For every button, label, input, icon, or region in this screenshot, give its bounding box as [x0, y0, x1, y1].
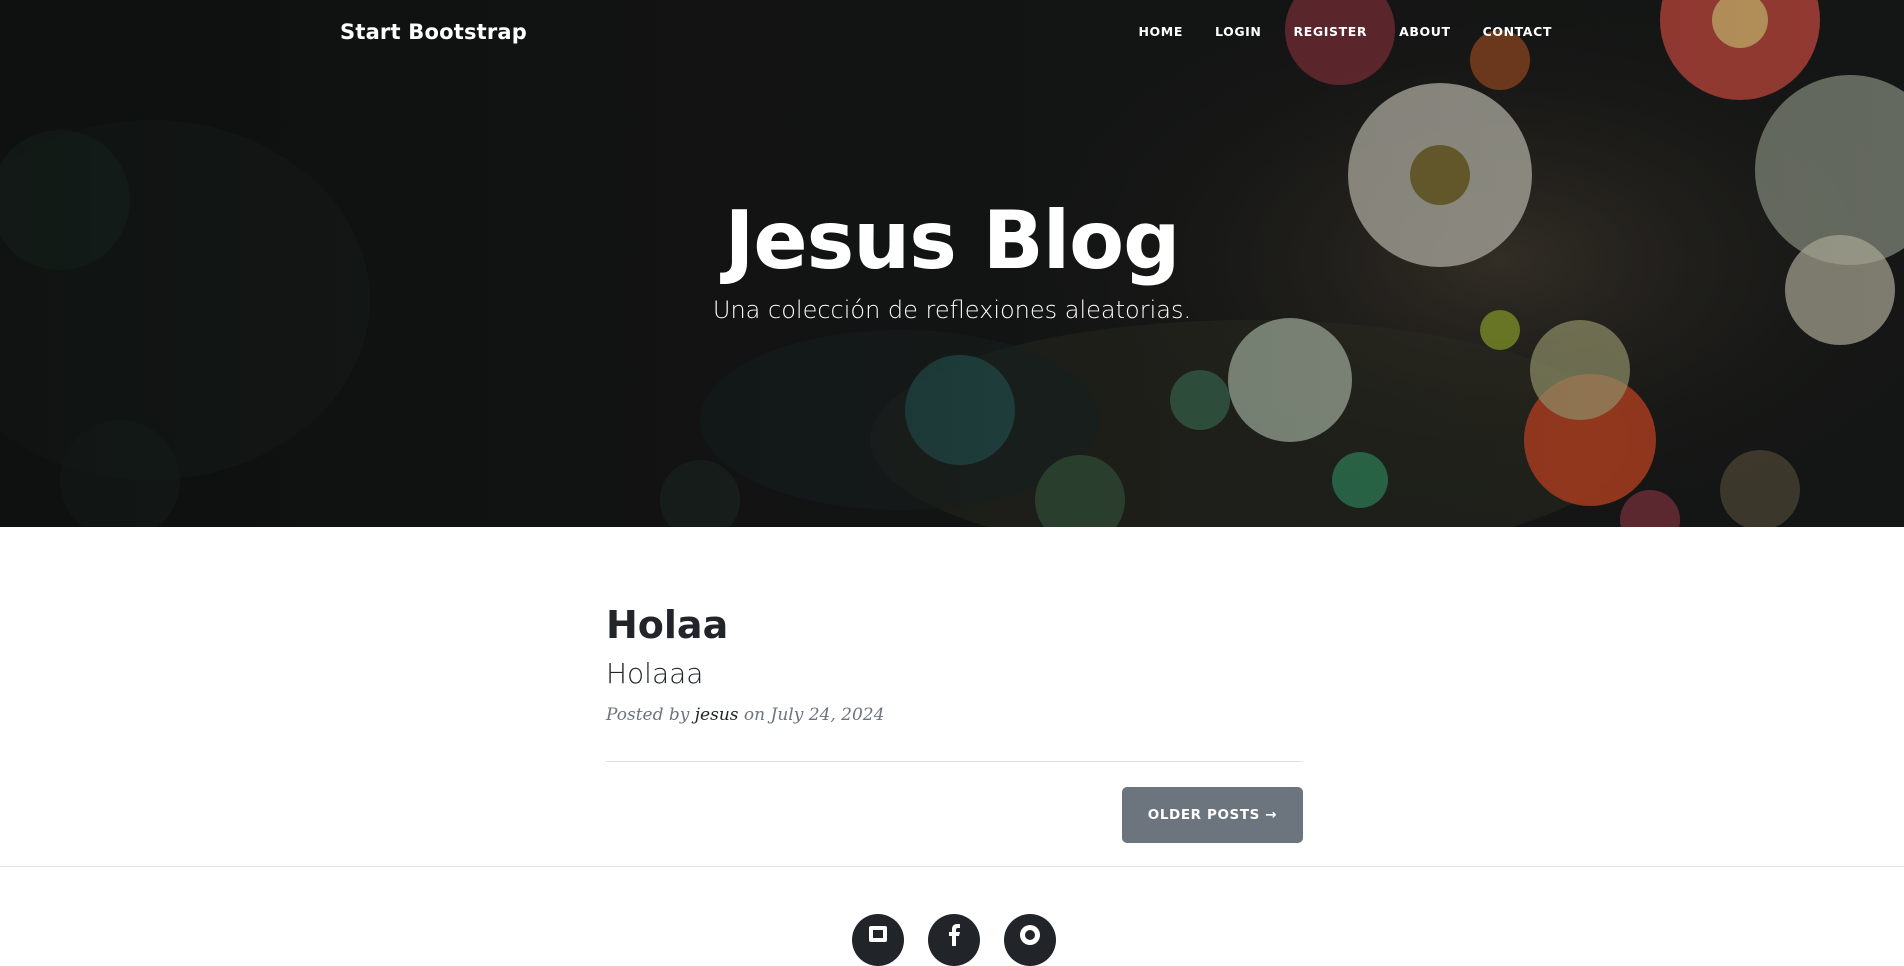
github-glyph [1020, 925, 1040, 945]
post-meta: Posted by jesus on July 24, 2024 [606, 705, 884, 725]
nav-link-register[interactable]: REGISTER [1294, 24, 1368, 39]
post-divider [606, 761, 1303, 762]
facebook-icon[interactable] [928, 914, 980, 966]
older-posts-button[interactable]: OLDER POSTS → [1122, 787, 1303, 843]
github-icon[interactable] [1004, 914, 1056, 966]
twitter-icon[interactable] [852, 914, 904, 966]
site-subheading: Una colección de reflexiones aleatorias. [712, 296, 1192, 324]
masthead: Start Bootstrap HOME LOGIN REGISTER ABOU… [0, 0, 1904, 527]
post-meta-prefix: Posted by [606, 705, 690, 725]
nav-link-contact[interactable]: CONTACT [1483, 24, 1552, 39]
nav-links: HOME LOGIN REGISTER ABOUT CONTACT [1107, 24, 1553, 39]
twitter-glyph [869, 926, 887, 942]
post-author-link[interactable]: jesus [695, 705, 739, 725]
nav-link-login[interactable]: LOGIN [1215, 24, 1262, 39]
post-meta-date: on July 24, 2024 [743, 705, 885, 725]
main-navbar: Start Bootstrap HOME LOGIN REGISTER ABOU… [0, 0, 1904, 68]
site-heading: Jesus Blog [724, 194, 1181, 287]
footer-divider [0, 866, 1904, 867]
facebook-glyph [949, 924, 960, 946]
nav-link-about[interactable]: ABOUT [1399, 24, 1451, 39]
post-title-link[interactable]: Holaa [606, 603, 728, 647]
post-subtitle: Holaaa [606, 657, 704, 690]
nav-link-home[interactable]: HOME [1139, 24, 1183, 39]
brand-link[interactable]: Start Bootstrap [340, 20, 527, 44]
